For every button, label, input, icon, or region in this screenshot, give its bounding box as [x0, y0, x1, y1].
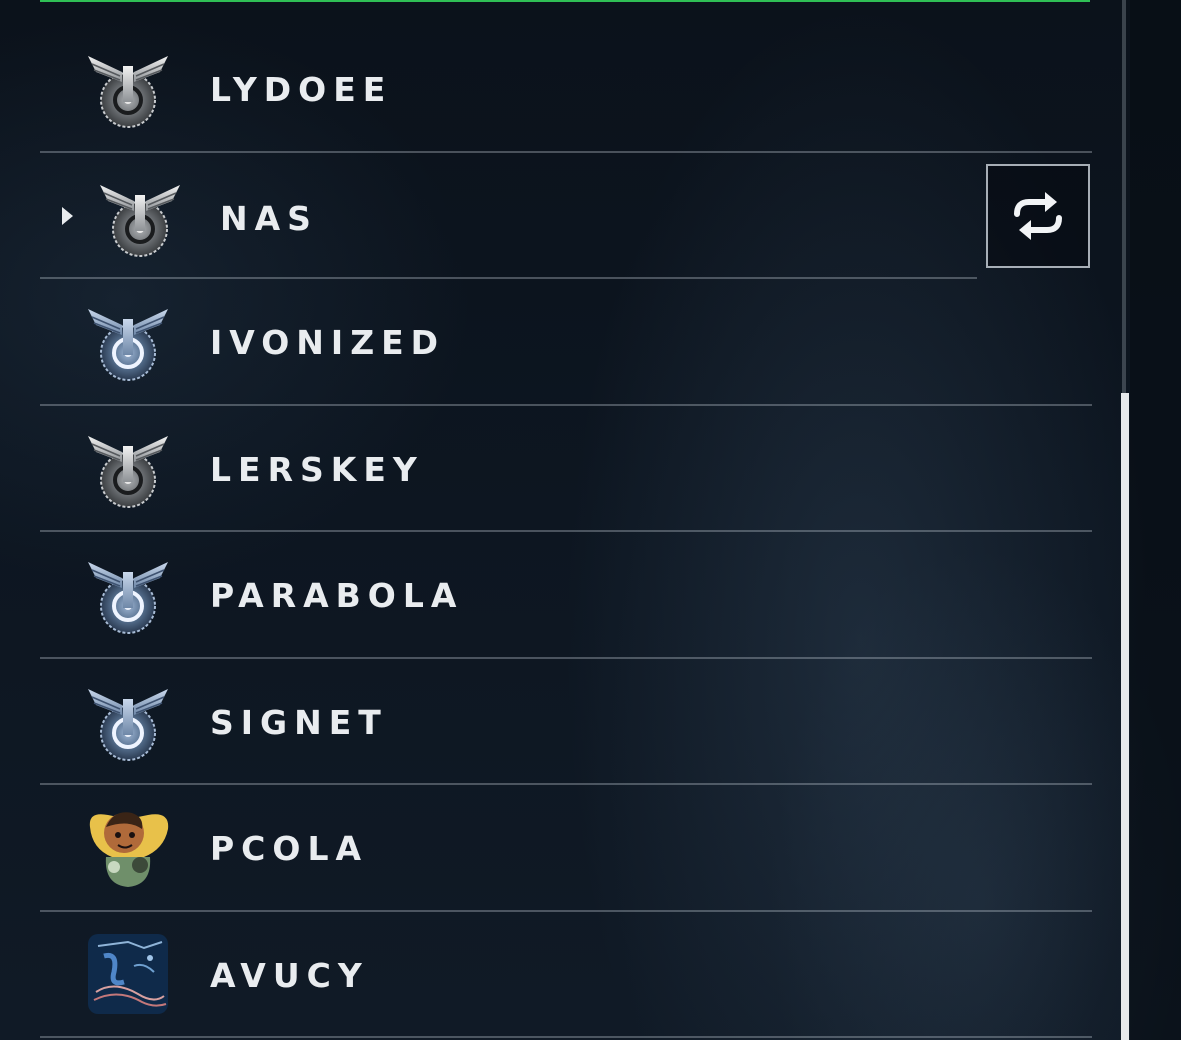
- selected-caret-icon: [62, 206, 73, 225]
- player-row-parabola[interactable]: PARABOLA: [40, 532, 1092, 659]
- cartoon-character-icon: [89, 812, 169, 887]
- player-name: SIGNET: [210, 702, 388, 742]
- player-row-lydoee[interactable]: LYDOEE: [40, 26, 1092, 153]
- silver-winged-wheel-icon: [88, 435, 168, 508]
- player-name: PARABOLA: [210, 576, 464, 615]
- player-list: LYDOEE NAS IVONIZED LERSKEY PARABOLA SIG…: [40, 26, 1092, 1038]
- silver-winged-wheel-icon: [88, 56, 168, 128]
- player-row-signet[interactable]: SIGNET: [40, 659, 1092, 785]
- blue-winged-wheel-icon: [88, 562, 168, 634]
- top-accent-line: [40, 0, 1090, 2]
- side-panel: [1130, 0, 1181, 1040]
- player-name: LERSKEY: [210, 449, 424, 489]
- player-name: PCOLA: [210, 829, 369, 868]
- player-row-pcola[interactable]: PCOLA: [40, 785, 1092, 912]
- player-row-ivonized[interactable]: IVONIZED: [40, 279, 1092, 406]
- swap-arrows-icon: [1014, 192, 1062, 240]
- player-name: AVUCY: [210, 955, 369, 995]
- player-row-nas[interactable]: NAS: [40, 153, 1092, 280]
- swap-button[interactable]: [986, 164, 1090, 268]
- player-name: IVONIZED: [210, 323, 446, 362]
- blue-abstract-art-icon: [88, 933, 168, 1014]
- player-name: NAS: [220, 198, 318, 238]
- player-name: LYDOEE: [210, 70, 393, 109]
- player-row-avucy[interactable]: AVUCY: [40, 912, 1092, 1038]
- blue-winged-wheel-icon: [88, 688, 168, 761]
- silver-winged-wheel-icon: [100, 184, 180, 257]
- player-row-lerskey[interactable]: LERSKEY: [40, 406, 1092, 532]
- blue-winged-wheel-icon: [88, 309, 168, 381]
- scrollbar-thumb[interactable]: [1121, 393, 1129, 1040]
